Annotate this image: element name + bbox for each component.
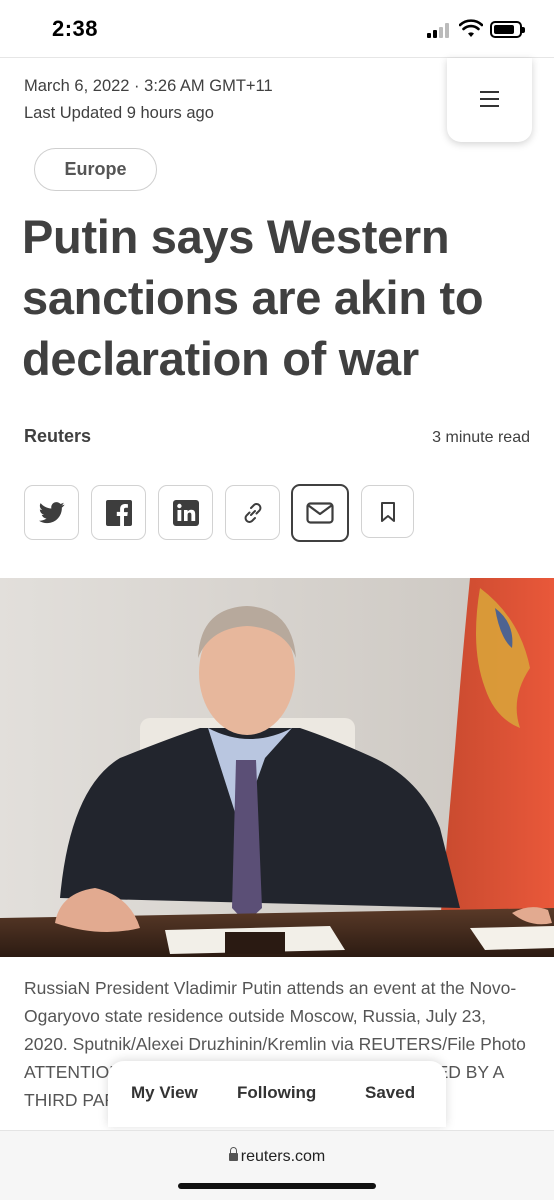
- save-bookmark-button[interactable]: [361, 485, 414, 538]
- bookmark-icon: [380, 501, 395, 522]
- cellular-signal-icon: [427, 22, 451, 38]
- browser-bar: reuters.com: [0, 1130, 554, 1200]
- url-text: reuters.com: [240, 1148, 326, 1165]
- nav-saved[interactable]: Saved: [365, 1083, 415, 1103]
- category-tag[interactable]: Europe: [34, 148, 157, 191]
- read-time: 3 minute read: [432, 429, 530, 446]
- address-bar[interactable]: reuters.com: [0, 1147, 554, 1166]
- twitter-icon: [38, 501, 64, 523]
- copy-link-button[interactable]: [225, 485, 280, 540]
- article-author[interactable]: Reuters: [24, 426, 91, 447]
- article-date: March 6, 2022 · 3:26 AM GMT+11: [24, 77, 273, 95]
- email-icon: [306, 502, 334, 524]
- article-headline: Putin says Western sanctions are akin to…: [22, 210, 484, 385]
- nav-following[interactable]: Following: [237, 1083, 316, 1103]
- home-indicator[interactable]: [178, 1183, 376, 1189]
- status-bar: 2:38: [0, 0, 554, 58]
- article-photo: [0, 578, 554, 957]
- linkedin-icon: [172, 499, 199, 526]
- share-facebook-button[interactable]: [91, 485, 146, 540]
- share-linkedin-button[interactable]: [158, 485, 213, 540]
- status-time: 2:38: [52, 16, 99, 41]
- share-twitter-button[interactable]: [24, 485, 79, 540]
- wifi-icon: [459, 19, 483, 37]
- last-updated: Last Updated 9 hours ago: [24, 104, 214, 122]
- share-email-button[interactable]: [291, 484, 349, 542]
- link-icon: [244, 502, 261, 523]
- menu-button[interactable]: [447, 58, 532, 142]
- floating-nav-bar: My View Following Saved: [108, 1061, 446, 1127]
- facebook-icon: [105, 499, 132, 526]
- nav-my-view[interactable]: My View: [131, 1083, 198, 1103]
- lock-icon: [228, 1147, 238, 1161]
- battery-icon: [490, 21, 525, 38]
